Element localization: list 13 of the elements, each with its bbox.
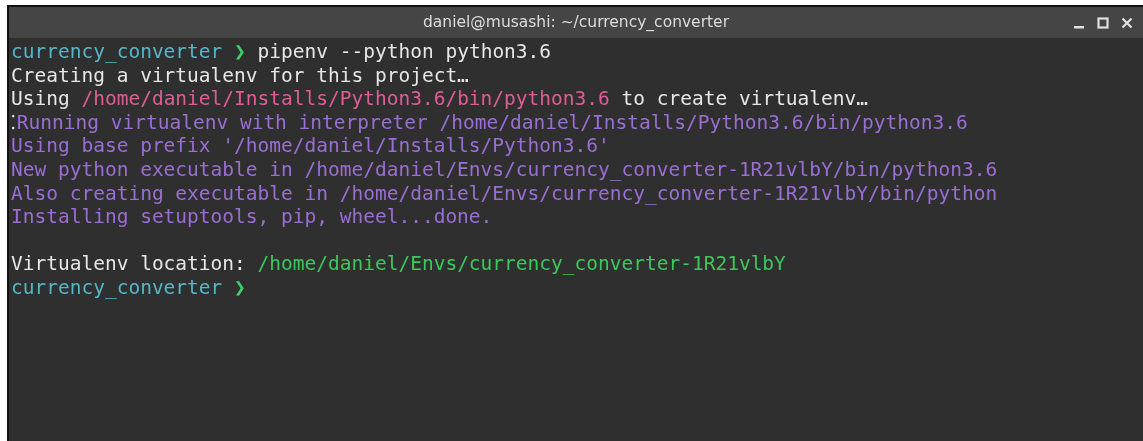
output-line: Using base prefix '/home/daniel/Installs/Python3.6'	[11, 134, 610, 158]
output-line: Using /home/daniel/Installs/Python3.6/bin/python3.6 to create virtualenv…	[11, 87, 869, 111]
window-title: daniel@musashi: ~/currency_converter	[422, 11, 730, 33]
maximize-icon[interactable]	[1097, 16, 1109, 29]
output-line: ⁚Running virtualenv with interpreter /home/daniel/Installs/Python3.6/bin/python3.6	[11, 110, 968, 135]
prompt-line: currency_converter ❯ pipenv --python python3.6	[11, 40, 552, 64]
close-icon[interactable]	[1121, 16, 1133, 29]
output-line: Creating a virtualenv for this project…	[11, 63, 469, 88]
prompt-line: currency_converter ❯	[11, 275, 246, 300]
output-line: New python executable in /home/daniel/Envs/currency_converter-1R21vlbY/bin/python3.6	[11, 157, 998, 182]
output-line: Virtualenv location: /home/daniel/Envs/currency_converter-1R21vlbY	[11, 252, 786, 276]
output-line: Installing setuptools, pip, wheel...done.	[11, 205, 493, 229]
output-line: Also creating executable in /home/daniel/Envs/currency_converter-1R21vlbY/bin/python	[11, 181, 998, 206]
